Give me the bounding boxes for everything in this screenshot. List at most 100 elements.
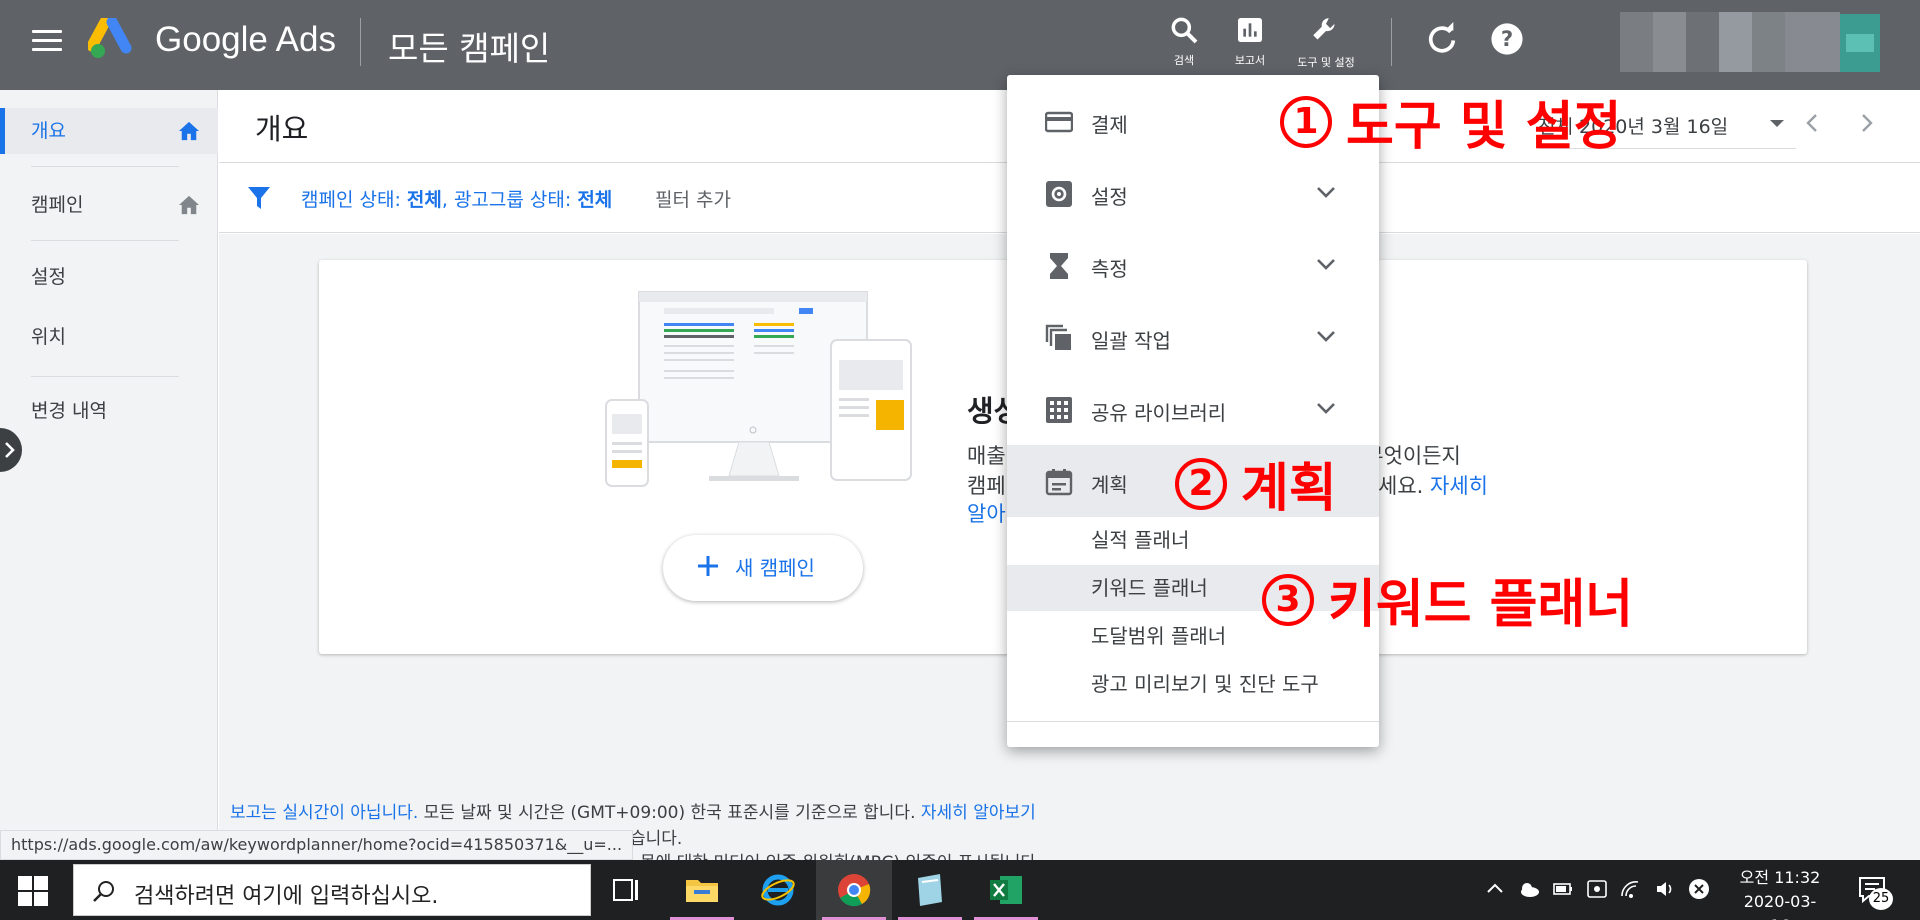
network-settings-icon[interactable]: [1586, 878, 1608, 900]
annotation-planning: 2 계획: [1175, 446, 1337, 521]
menu-item-label: 결제: [1091, 113, 1128, 137]
chevron-right-icon[interactable]: [1855, 110, 1879, 136]
reports-button[interactable]: 보고서: [1210, 14, 1290, 68]
shared-library-icon: [1046, 397, 1072, 423]
menu-subitem-performance-planner[interactable]: 실적 플래너: [1007, 517, 1379, 563]
taskbar-file-explorer[interactable]: [664, 860, 740, 920]
sidebar-divider: [31, 166, 179, 167]
filter-campaign-status-label: 캠페인 상태:: [301, 189, 407, 211]
sidebar-item-label: 개요: [31, 120, 66, 142]
sidebar-item-campaigns[interactable]: 캠페인: [0, 182, 218, 228]
sidebar-item-label: 설정: [31, 266, 66, 288]
wifi-icon[interactable]: [1620, 878, 1642, 900]
annotation-text: 키워드 플래너: [1328, 575, 1634, 635]
excel-icon: [990, 876, 1022, 904]
system-clock[interactable]: 오전 11:32 2020-03-16: [1735, 866, 1825, 920]
sidebar-item-overview[interactable]: 개요: [0, 108, 218, 154]
sidebar-item-settings[interactable]: 설정: [0, 254, 218, 300]
sidebar-item-label: 변경 내역: [31, 400, 107, 422]
annotation-number: 2: [1175, 457, 1227, 510]
learn-more-link[interactable]: 자세히: [1430, 474, 1488, 498]
empty-state-line-2: 캠페: [967, 474, 1006, 498]
caret-down-icon[interactable]: [1770, 120, 1784, 127]
chevron-up-icon[interactable]: [1484, 878, 1506, 900]
header-divider: [360, 18, 361, 66]
task-view-button[interactable]: [588, 860, 664, 920]
tools-settings-menu: 결제 설정 측정 일괄 작업 공유 라이브러리 계획 실적 플래너 키워드 플래…: [1007, 75, 1379, 747]
menu-item-settings[interactable]: 설정: [1007, 157, 1379, 229]
taskbar-chrome[interactable]: [816, 860, 892, 920]
new-campaign-label: 새 캠페인: [735, 556, 815, 580]
scrollbar[interactable]: [1908, 780, 1920, 860]
settings-gear-icon: [1046, 181, 1072, 207]
add-filter-button[interactable]: 필터 추가: [655, 185, 731, 212]
battery-icon[interactable]: [1552, 878, 1574, 900]
taskbar-notebook-app[interactable]: [892, 860, 968, 920]
hourglass-icon: [1050, 253, 1068, 279]
windows-start-icon[interactable]: [18, 876, 48, 906]
wrench-icon: [1313, 18, 1335, 40]
avatar[interactable]: [1840, 14, 1880, 72]
filter-icon[interactable]: [247, 185, 271, 211]
windows-taskbar: 검색하려면 여기에 입력하십시오. 오전 11:32 2020-03-16 25: [0, 860, 1920, 920]
menu-item-label: 계획: [1091, 473, 1128, 497]
google-ads-logo: [88, 18, 132, 58]
empty-state-line-3: 알아: [967, 498, 1006, 528]
clock-time: 오전 11:32: [1739, 868, 1821, 887]
chevron-down-icon: [1317, 187, 1335, 198]
sidebar-divider: [31, 376, 179, 377]
taskbar-search-placeholder: 검색하려면 여기에 입력하십시오.: [134, 884, 439, 909]
home-icon: [179, 195, 199, 215]
empty-state-text: 세요.: [1378, 474, 1430, 498]
filter-adgroup-status-label: 광고그룹 상태:: [453, 189, 578, 211]
menu-item-measurement[interactable]: 측정: [1007, 229, 1379, 301]
sidebar-divider: [31, 240, 179, 241]
active-filters[interactable]: 캠페인 상태: 전체, 광고그룹 상태: 전체: [301, 185, 612, 212]
footer-line-2: 습니다.: [630, 829, 683, 849]
learn-more-link[interactable]: 알아: [967, 502, 1006, 526]
menu-item-bulk-actions[interactable]: 일괄 작업: [1007, 301, 1379, 373]
menu-item-shared-library[interactable]: 공유 라이브러리: [1007, 373, 1379, 445]
filter-separator: ,: [441, 189, 454, 211]
tools-settings-button[interactable]: 도구 및 설정: [1286, 14, 1366, 70]
empty-state-text: 매출: [967, 444, 1006, 468]
devices-illustration: [605, 291, 912, 487]
top-bar: Google Ads 모든 캠페인 검색 보고서 도구 및 설정 ?: [0, 0, 1920, 90]
taskbar-excel[interactable]: [968, 860, 1044, 920]
sidebar-item-locations[interactable]: 위치: [0, 314, 218, 360]
menu-item-label: 공유 라이브러리: [1091, 401, 1227, 425]
chevron-down-icon: [1317, 403, 1335, 414]
chevron-left-icon[interactable]: [1800, 110, 1824, 136]
task-view-icon: [613, 879, 638, 901]
sidebar-item-change-history[interactable]: 변경 내역: [0, 388, 218, 434]
annotation-number: 3: [1262, 573, 1314, 626]
taskbar-internet-explorer[interactable]: [740, 860, 816, 920]
new-campaign-button[interactable]: 새 캠페인: [663, 535, 863, 601]
sidebar-expand-button[interactable]: [0, 428, 22, 472]
filter-adgroup-status-value: 전체: [577, 189, 613, 211]
plus-icon: [698, 556, 718, 576]
folder-icon: [686, 880, 718, 902]
notebook-icon: [918, 874, 942, 906]
annotation-tools-settings: 1 도구 및 설정: [1280, 84, 1621, 159]
taskbar-search-box[interactable]: 검색하려면 여기에 입력하십시오.: [73, 864, 591, 916]
footer-text: 모든 날짜 및 시간은 (GMT+09:00) 한국 표준시를 기준으로 합니다…: [418, 803, 921, 823]
chevron-down-icon: [1317, 331, 1335, 342]
sidebar: 개요 캠페인 설정 위치 변경 내역: [0, 90, 218, 860]
refresh-icon[interactable]: [1425, 22, 1459, 56]
notification-count-badge: 25: [1869, 888, 1893, 910]
bulk-actions-icon: [1045, 324, 1071, 350]
onedrive-icon[interactable]: [1518, 878, 1540, 900]
sidebar-item-label: 위치: [31, 326, 66, 348]
help-icon[interactable]: ?: [1490, 22, 1524, 56]
close-circle-icon[interactable]: [1688, 878, 1710, 900]
clock-date: 2020-03-16: [1743, 892, 1817, 920]
menu-icon[interactable]: [32, 30, 62, 56]
footer-learn-more-link[interactable]: 자세히 알아보기: [921, 803, 1036, 823]
menu-subitem-ad-preview-diagnosis[interactable]: 광고 미리보기 및 진단 도구: [1007, 661, 1379, 707]
volume-icon[interactable]: [1654, 878, 1676, 900]
reports-icon: [1238, 18, 1262, 42]
footer-note: 보고는 실시간이 아닙니다. 모든 날짜 및 시간은 (GMT+09:00) 한…: [230, 798, 1036, 823]
footer-realtime-link[interactable]: 보고는 실시간이 아닙니다.: [230, 803, 418, 823]
account-info-blurred[interactable]: [1620, 12, 1840, 72]
